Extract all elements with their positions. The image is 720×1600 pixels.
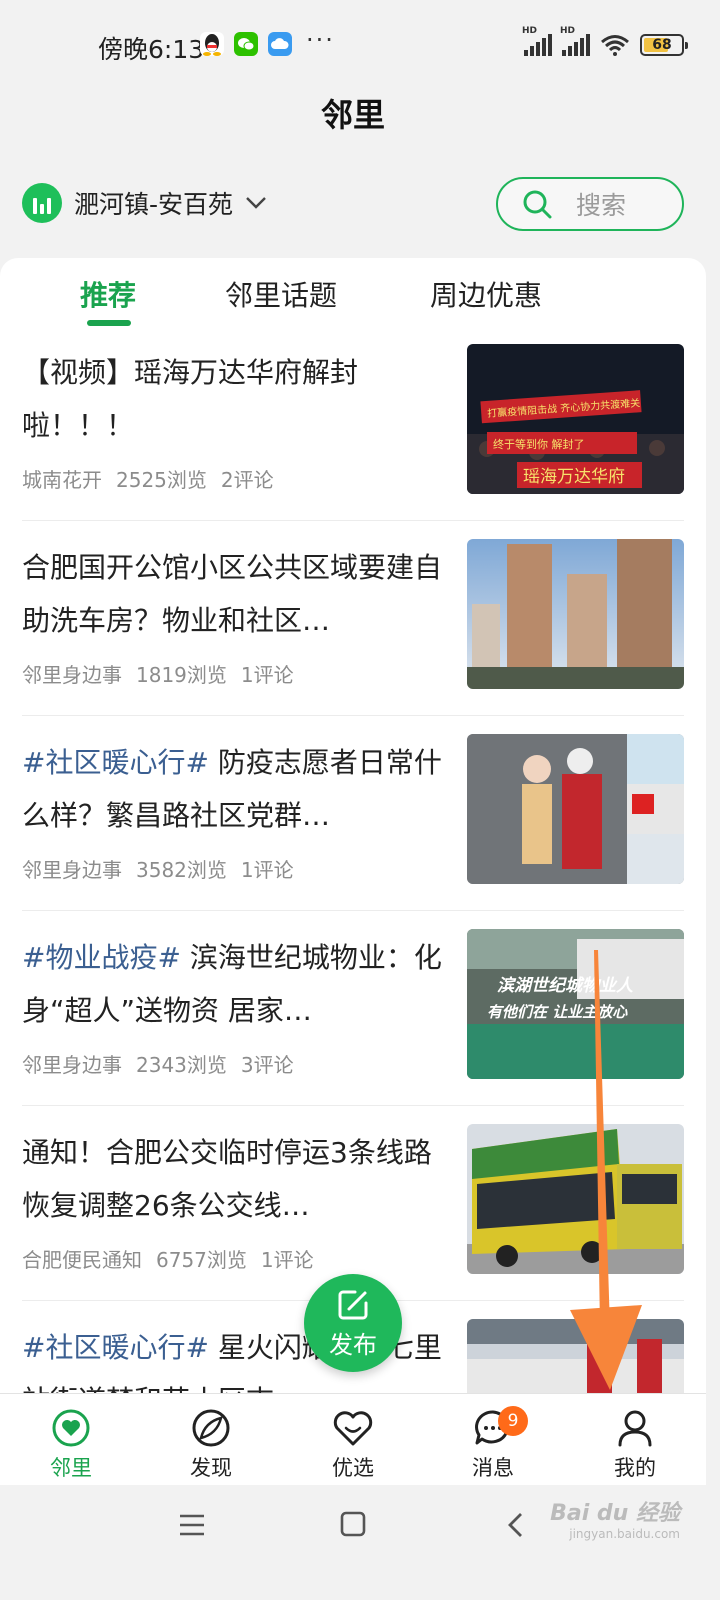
location-name: 淝河镇-安百苑	[74, 190, 234, 219]
article-comments: 2评论	[220, 468, 274, 492]
feed-tabs: 推荐 邻里话题 周边优惠	[0, 258, 706, 333]
article-views: 2525浏览	[116, 468, 207, 492]
status-indicators: HD HD 68	[522, 26, 688, 56]
nav-label: 我的	[614, 1456, 656, 1480]
divider	[22, 1105, 684, 1106]
battery-icon: 68	[640, 34, 688, 56]
article-thumbnail: 滨湖世纪城物业人 有他们在 让业主放心	[467, 929, 684, 1079]
article-meta: 邻里身边事 2343浏览 3评论	[22, 1049, 294, 1078]
nav-label: 优选	[332, 1456, 374, 1480]
battery-level: 68	[652, 37, 672, 53]
article-card[interactable]: #物业战疫# 滨海世纪城物业：化身“超人”送物资 居家… 邻里身边事 2343浏…	[22, 929, 684, 1124]
article-thumbnail: 打赢疫情阻击战 齐心协力共渡难关 终于等到你 解封了 瑶海万达华府	[467, 344, 684, 494]
article-title: 【视频】瑶海万达华府解封啦！！！	[22, 356, 359, 442]
status-app-icons	[200, 32, 292, 56]
status-bar: 傍晚6:13 ··· HD HD 68	[0, 0, 720, 92]
nav-discover[interactable]: 发现	[166, 1408, 256, 1482]
article-title: 合肥国开公馆小区公共区域要建自助洗车房？物业和社区…	[22, 551, 442, 637]
article-source: 合肥便民通知	[22, 1248, 142, 1272]
unread-badge: 9	[498, 1406, 528, 1436]
nav-neighbor[interactable]: 邻里	[26, 1408, 116, 1482]
article-views: 1819浏览	[136, 663, 227, 687]
svg-text:滨湖世纪城物业人: 滨湖世纪城物业人	[497, 976, 634, 996]
article-meta: 城南花开 2525浏览 2评论	[22, 464, 274, 493]
article-title: #社区暖心行# 防疫志愿者日常什么样？繁昌路社区党群…	[22, 746, 442, 832]
topic-tag[interactable]: #社区暖心行#	[22, 746, 209, 779]
divider	[22, 715, 684, 716]
tab-neighbor-topics[interactable]: 邻里话题	[225, 274, 337, 314]
article-source: 城南花开	[22, 468, 102, 492]
nav-label: 发现	[190, 1456, 232, 1480]
chevron-down-icon	[246, 197, 266, 209]
topic-tag[interactable]: #物业战疫#	[22, 941, 181, 974]
qq-icon	[200, 32, 224, 56]
article-comments: 3评论	[240, 1053, 294, 1077]
compass-icon	[192, 1409, 230, 1447]
nav-select[interactable]: 优选	[308, 1408, 398, 1482]
article-title: #物业战疫# 滨海世纪城物业：化身“超人”送物资 居家…	[22, 941, 442, 1027]
wifi-icon	[601, 35, 629, 56]
svg-text:终于等到你 解封了: 终于等到你 解封了	[493, 437, 585, 451]
article-thumbnail	[467, 1319, 684, 1393]
article-meta: 邻里身边事 1819浏览 1评论	[22, 659, 294, 688]
article-source: 邻里身边事	[22, 1053, 122, 1077]
smile-heart-icon	[333, 1411, 373, 1446]
search-icon	[523, 190, 552, 219]
article-thumbnail	[467, 734, 684, 884]
edit-icon	[338, 1290, 368, 1319]
cloud-app-icon	[268, 32, 292, 56]
svg-text:有他们在 让业主放心: 有他们在 让业主放心	[487, 1003, 628, 1021]
article-card[interactable]: 【视频】瑶海万达华府解封啦！！！ 城南花开 2525浏览 2评论 打赢疫情阻击战…	[22, 344, 684, 539]
location-selector[interactable]: 淝河镇-安百苑	[22, 183, 267, 223]
community-logo-icon	[22, 183, 62, 223]
feed-panel: 推荐 邻里话题 周边优惠 【视频】瑶海万达华府解封啦！！！ 城南花开 2525浏…	[0, 258, 706, 1393]
article-title: 通知！合肥公交临时停运3条线路 恢复调整26条公交线…	[22, 1136, 432, 1222]
home-icon[interactable]	[340, 1511, 366, 1537]
article-meta: 邻里身边事 3582浏览 1评论	[22, 854, 294, 883]
nav-messages[interactable]: 消息 9	[448, 1406, 538, 1482]
neighbor-heart-icon	[52, 1409, 90, 1447]
article-source: 邻里身边事	[22, 663, 122, 687]
wechat-icon	[234, 32, 258, 56]
back-icon[interactable]	[506, 1511, 524, 1539]
status-time: 傍晚6:13	[98, 35, 205, 64]
article-card[interactable]: #社区暖心行# 防疫志愿者日常什么样？繁昌路社区党群… 邻里身边事 3582浏览…	[22, 734, 684, 929]
divider	[22, 520, 684, 521]
article-comments: 1评论	[240, 858, 294, 882]
signal-hd-icon: HD	[522, 26, 552, 56]
page-title: 邻里	[320, 96, 385, 134]
svg-text:瑶海万达华府: 瑶海万达华府	[523, 467, 625, 487]
publish-label: 发布	[329, 1330, 377, 1359]
topic-tag[interactable]: #社区暖心行#	[22, 1331, 209, 1364]
article-card[interactable]: 合肥国开公馆小区公共区域要建自助洗车房？物业和社区… 邻里身边事 1819浏览 …	[22, 539, 684, 734]
article-views: 6757浏览	[156, 1248, 247, 1272]
article-thumbnail	[467, 539, 684, 689]
article-comments: 1评论	[260, 1248, 314, 1272]
menu-icon[interactable]	[178, 1511, 206, 1539]
article-meta: 合肥便民通知 6757浏览 1评论	[22, 1244, 314, 1273]
article-source: 邻里身边事	[22, 858, 122, 882]
watermark: Bai du 经验 jingyan.baidu.com	[550, 1501, 680, 1541]
tab-nearby-deals[interactable]: 周边优惠	[430, 274, 542, 314]
bottom-nav: 邻里 发现 优选 消息 9 我的	[0, 1393, 706, 1485]
publish-button[interactable]: 发布	[304, 1274, 402, 1372]
article-views: 2343浏览	[136, 1053, 227, 1077]
article-thumbnail	[467, 1124, 684, 1274]
article-views: 3582浏览	[136, 858, 227, 882]
nav-label: 邻里	[50, 1456, 92, 1480]
nav-profile[interactable]: 我的	[590, 1408, 680, 1482]
search-button[interactable]: 搜索	[496, 177, 684, 231]
nav-label: 消息	[472, 1456, 514, 1480]
signal-hd2-icon: HD	[560, 26, 590, 56]
divider	[22, 910, 684, 911]
active-tab-indicator	[87, 320, 131, 326]
article-comments: 1评论	[240, 663, 294, 687]
tab-recommend[interactable]: 推荐	[80, 274, 136, 314]
status-more-icon: ···	[306, 26, 335, 54]
profile-icon	[618, 1410, 652, 1447]
search-placeholder: 搜索	[576, 191, 627, 220]
